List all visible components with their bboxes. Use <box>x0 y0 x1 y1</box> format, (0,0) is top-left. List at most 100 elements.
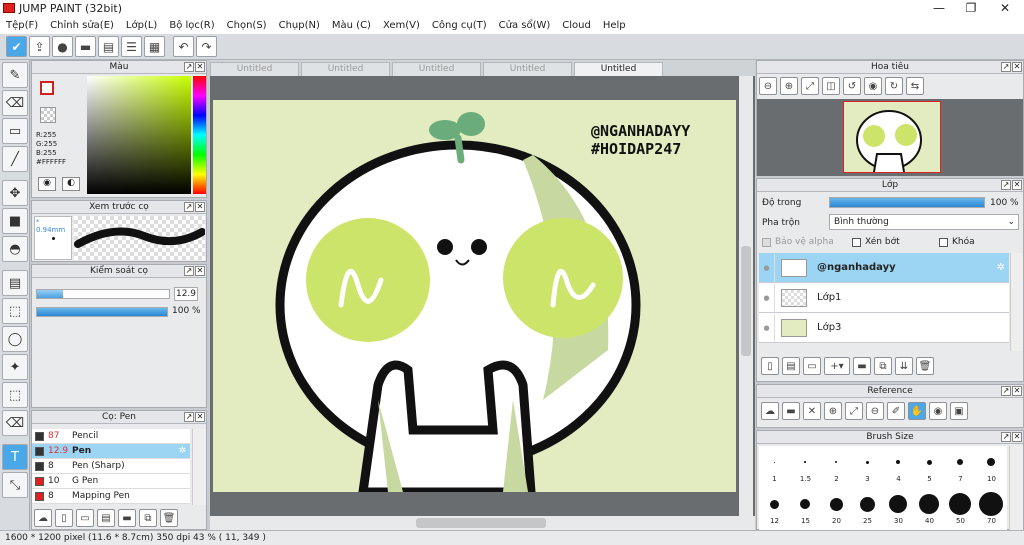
magic-wand-tool-icon[interactable]: ✦ <box>2 354 28 380</box>
export-icon[interactable]: ⇪ <box>29 36 50 57</box>
visibility-icon[interactable]: ● <box>759 283 775 312</box>
brush-size-cell[interactable]: 40 <box>914 488 945 530</box>
lasso-tool-icon[interactable]: ◯ <box>2 326 28 352</box>
navigator-preview[interactable] <box>757 99 1023 176</box>
close-button[interactable]: ✕ <box>988 0 1022 16</box>
foreground-color-swatch[interactable] <box>40 81 54 95</box>
brush-merge-icon[interactable]: ⧉ <box>139 509 157 527</box>
rotate-reset-icon[interactable]: ◉ <box>864 77 882 95</box>
maximize-button[interactable]: ❐ <box>954 0 988 16</box>
panel-float-icon[interactable]: ↗ <box>184 412 194 422</box>
line-tool-icon[interactable]: ╱ <box>2 146 28 172</box>
delete-layer-icon[interactable]: 🗑 <box>916 357 934 375</box>
page-icon[interactable]: ▤ <box>98 36 119 57</box>
redo-icon[interactable]: ↷ <box>196 36 217 57</box>
brush-size-cell[interactable]: 7 <box>945 446 976 488</box>
minimize-button[interactable]: — <box>922 0 956 16</box>
menu-filter[interactable]: Bộ lọc(R) <box>163 20 220 31</box>
visibility-icon[interactable]: ● <box>759 253 775 282</box>
reference-eyedropper-icon[interactable]: ✐ <box>887 402 905 420</box>
brush-settings-icon[interactable]: ▤ <box>97 509 115 527</box>
brush-delete-icon[interactable]: 🗑 <box>160 509 178 527</box>
text-tool-icon[interactable]: T <box>2 444 28 470</box>
menu-tools[interactable]: Công cụ(T) <box>426 20 493 31</box>
merge-layer-icon[interactable]: ⇊ <box>895 357 913 375</box>
reference-hand-icon[interactable]: ✋ <box>908 402 926 420</box>
panel-close-icon[interactable]: ✕ <box>195 412 205 422</box>
pen-tool-icon[interactable]: ✎ <box>2 62 28 88</box>
reference-fit-icon[interactable]: ⤢ <box>845 402 863 420</box>
menu-cloud[interactable]: Cloud <box>556 20 597 31</box>
panel-close-icon[interactable]: ✕ <box>1012 386 1022 396</box>
new-layer-icon[interactable]: ▯ <box>761 357 779 375</box>
layer-row-nganhadayy[interactable]: ● @nganhadayy ✲ <box>759 253 1009 283</box>
menu-file[interactable]: Tệp(F) <box>0 20 44 31</box>
panel-float-icon[interactable]: ↗ <box>184 202 194 212</box>
brush-item-mapping-pen[interactable]: 8 Mapping Pen <box>32 489 190 504</box>
layer-row-lop1[interactable]: ● Lớp1 <box>759 283 1009 313</box>
saturation-value-field[interactable] <box>87 76 191 194</box>
check-icon[interactable]: ✔ <box>6 36 27 57</box>
panel-float-icon[interactable]: ↗ <box>1001 180 1011 190</box>
menu-color[interactable]: Màu (C) <box>326 20 377 31</box>
brush-cloud-icon[interactable]: ☁ <box>34 509 52 527</box>
object-select-tool-icon[interactable]: ⤡ <box>2 472 28 498</box>
rotate-right-icon[interactable]: ↻ <box>885 77 903 95</box>
brush-copy-icon[interactable]: ▭ <box>76 509 94 527</box>
brush-size-cell[interactable]: 1.5 <box>790 446 821 488</box>
brush-size-cell[interactable]: 4 <box>883 446 914 488</box>
visibility-icon[interactable]: ● <box>759 313 775 342</box>
new-raster-layer-icon[interactable]: ▤ <box>782 357 800 375</box>
layer-opacity-slider[interactable] <box>829 197 985 208</box>
select-rect-tool-icon[interactable]: ⬚ <box>2 298 28 324</box>
reference-rotate-icon[interactable]: ◉ <box>929 402 947 420</box>
reference-cloud-icon[interactable]: ☁ <box>761 402 779 420</box>
menu-capture[interactable]: Chụp(N) <box>273 20 326 31</box>
transparent-swatch[interactable] <box>40 107 56 123</box>
brush-size-cell[interactable]: 30 <box>883 488 914 530</box>
document-tab[interactable]: Untitled <box>301 62 390 76</box>
panel-float-icon[interactable]: ↗ <box>1001 62 1011 72</box>
panel-float-icon[interactable]: ↗ <box>184 62 194 72</box>
layer-settings-icon[interactable]: ✲ <box>997 262 1005 273</box>
brush-size-cell[interactable]: 2 <box>821 446 852 488</box>
panel-close-icon[interactable]: ✕ <box>1012 432 1022 442</box>
brush-size-scrollbar[interactable] <box>1009 446 1023 530</box>
brush-size-cell[interactable]: 50 <box>945 488 976 530</box>
menu-help[interactable]: Help <box>597 20 632 31</box>
menu-window[interactable]: Cửa sổ(W) <box>493 20 557 31</box>
brush-folder-icon[interactable]: ▬ <box>118 509 136 527</box>
eraser-tool-icon[interactable]: ⌫ <box>2 90 28 116</box>
horizontal-scroll-thumb[interactable] <box>416 518 546 528</box>
brush-new-icon[interactable]: ▯ <box>55 509 73 527</box>
panel-close-icon[interactable]: ✕ <box>195 202 205 212</box>
panel-close-icon[interactable]: ✕ <box>195 266 205 276</box>
comment-icon[interactable]: ▬ <box>75 36 96 57</box>
zoom-out-icon[interactable]: ⊖ <box>759 77 777 95</box>
actual-size-icon[interactable]: ◫ <box>822 77 840 95</box>
navigator-viewport[interactable] <box>843 101 941 173</box>
blend-mode-select[interactable]: Bình thường ⌄ <box>829 214 1019 230</box>
brush-size-cell[interactable]: 20 <box>821 488 852 530</box>
brush-size-cell[interactable]: 5 <box>914 446 945 488</box>
reference-open-icon[interactable]: ▬ <box>782 402 800 420</box>
panel-float-icon[interactable]: ↗ <box>1001 386 1011 396</box>
menu-edit[interactable]: Chỉnh sửa(E) <box>44 20 120 31</box>
panel-close-icon[interactable]: ✕ <box>1012 180 1022 190</box>
brush-size-slider[interactable] <box>36 289 170 299</box>
flip-icon[interactable]: ⇆ <box>906 77 924 95</box>
brush-size-cell[interactable]: 70 <box>976 488 1007 530</box>
panel-float-icon[interactable]: ↗ <box>1001 432 1011 442</box>
protect-alpha-checkbox[interactable] <box>762 237 771 247</box>
brush-item-g-pen[interactable]: 10 G Pen <box>32 474 190 489</box>
fill-rect-tool-icon[interactable]: ■ <box>2 208 28 234</box>
brush-size-cell[interactable]: 12 <box>759 488 790 530</box>
brush-size-cell[interactable]: 10 <box>976 446 1007 488</box>
document-tab[interactable]: Untitled <box>392 62 481 76</box>
undo-icon[interactable]: ↶ <box>173 36 194 57</box>
brush-size-value[interactable]: 12.9 <box>174 287 198 301</box>
brush-size-cell[interactable]: 25 <box>852 488 883 530</box>
settings-gear-icon[interactable]: ✲ <box>178 446 186 456</box>
add-layer-dropdown-icon[interactable]: +▾ <box>824 357 850 375</box>
fit-view-icon[interactable]: ⤢ <box>801 77 819 95</box>
